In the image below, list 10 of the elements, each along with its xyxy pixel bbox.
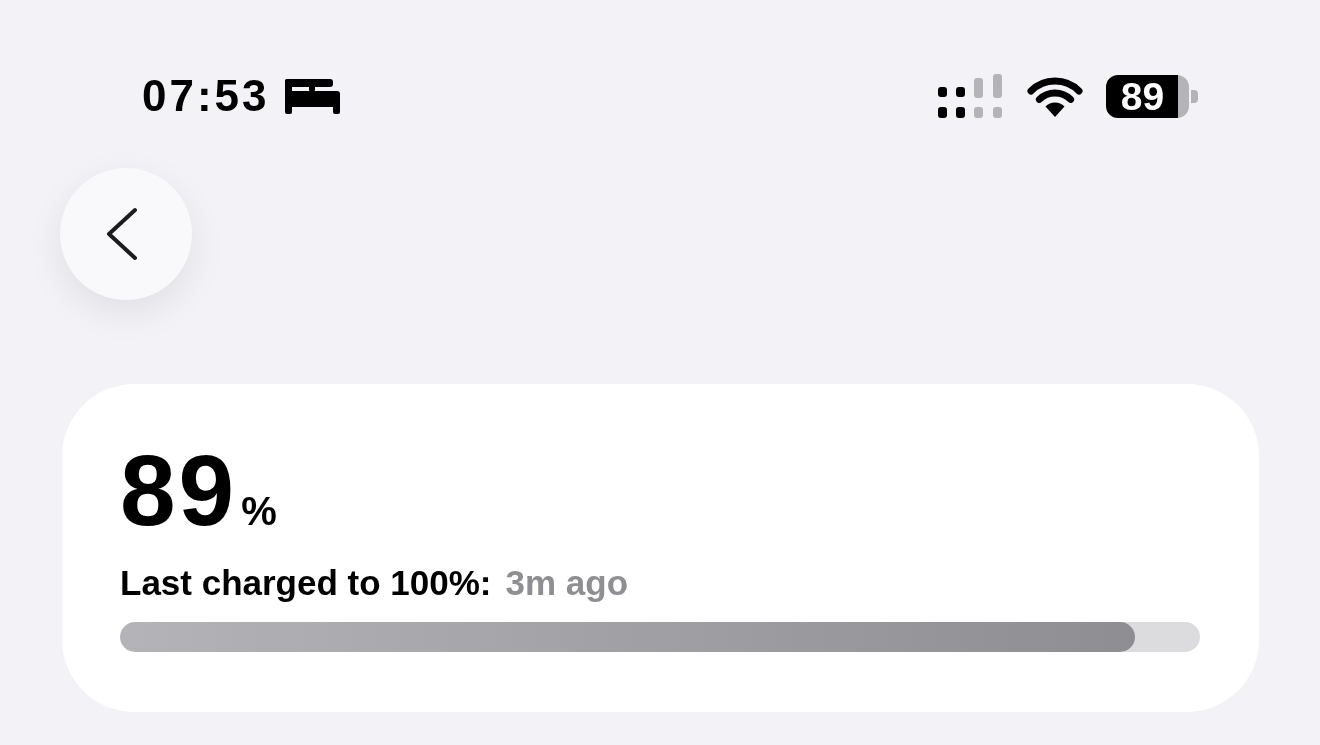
status-time: 07:53 [142,74,270,118]
bed-icon [284,78,340,114]
wifi-icon [1026,75,1084,117]
cellular-signal-icon [938,74,1003,118]
battery-indicator: 89 [1106,74,1198,118]
last-charged-time: 3m ago [505,563,629,603]
percent-unit: % [241,491,277,531]
last-charged-label: Last charged to 100%: [120,563,492,603]
battery-percentage: 89 [120,440,238,540]
chevron-left-icon [105,207,139,261]
